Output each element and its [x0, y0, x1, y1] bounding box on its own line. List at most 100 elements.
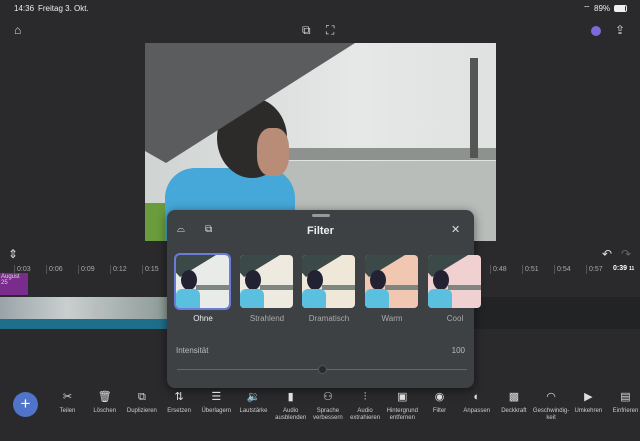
filter-thumb-dramatisch[interactable] [302, 255, 355, 308]
preview-pylon [470, 58, 478, 158]
tool-label: Audio ausblenden [275, 408, 307, 421]
tool-label: Duplizieren [126, 408, 157, 414]
thumb-jacket [428, 289, 452, 308]
aspect-ratio-icon[interactable]: ⧉ [302, 24, 311, 36]
slider-knob[interactable] [318, 365, 327, 374]
tool-audio-extrahieren[interactable]: ⫶ Audio extrahieren [347, 390, 384, 422]
drag-handle[interactable] [312, 214, 330, 217]
fullscreen-icon[interactable]: ⛶ [326, 24, 334, 36]
tool-icon: ▮ [287, 391, 294, 403]
tool-label: Ersetzen [167, 408, 191, 414]
empty-track [474, 297, 640, 329]
tool-icon: 🔉 [246, 391, 261, 403]
filter-label: Cool [446, 314, 464, 323]
filter-label: Ohne [193, 314, 213, 323]
thumb-head [245, 270, 261, 290]
filter-label: Strahlend [249, 314, 285, 323]
intensity-slider[interactable] [177, 365, 467, 374]
tool-icon: ☰ [211, 391, 222, 403]
tool-icon: ▤ [620, 391, 631, 403]
transition-icon[interactable] [93, 306, 103, 316]
tick: 0:51 [522, 265, 539, 274]
tool-label: Teilen [59, 408, 76, 414]
close-icon[interactable]: ✕ [451, 224, 460, 236]
audio-waveform [0, 319, 167, 329]
preview-bridge [275, 148, 496, 160]
current-time-value: 0:39 [613, 265, 628, 272]
tool-löschen[interactable]: 🗑 Löschen [86, 390, 123, 415]
thumb-jacket [365, 289, 389, 308]
thumb-head [307, 270, 323, 290]
tick: 0:12 [110, 265, 127, 274]
tool-label: Löschen [93, 408, 117, 414]
tool-label: Hintergrund entfernen [386, 408, 418, 421]
tool-geschwindig-keit[interactable]: ◠ Geschwindig-keit [533, 390, 570, 422]
undo-icon[interactable]: ↶ [602, 248, 612, 260]
tool-einfrieren[interactable]: ▤ Einfrieren [607, 390, 640, 415]
thumb-jacket [302, 289, 326, 308]
tool-icon: ▶ [584, 391, 593, 403]
wifi-icon: ⌔ [583, 4, 591, 13]
tool-umkehren[interactable]: ▶ Umkehren [570, 390, 607, 415]
collapse-timeline-icon[interactable]: ⇕ [8, 248, 18, 260]
tool-filter[interactable]: ◉ Filter [421, 390, 458, 415]
filter-panel: ⌓ ⧉ Filter ✕ Ohne Strahlend Dramatisch Warm… [167, 210, 481, 388]
add-button[interactable]: + [13, 392, 38, 417]
tick: 0:15 [142, 265, 159, 274]
tool-label: Anpassen [463, 408, 491, 414]
thumb-head [370, 270, 386, 290]
tool-icon: ⚇ [322, 391, 333, 403]
tick: 0:54 [554, 265, 571, 274]
filter-thumb-cool[interactable] [428, 255, 481, 308]
tool-hintergrund-entfernen[interactable]: ▣ Hintergrund entfernen [384, 390, 421, 422]
tool-icon: ✂ [62, 391, 73, 403]
thumb-head [433, 270, 449, 290]
preview-face [257, 128, 289, 176]
tool-ersetzen[interactable]: ⇅ Ersetzen [161, 390, 198, 415]
battery-percent: 89% [594, 4, 611, 13]
thumb-bridge [322, 285, 355, 290]
title-clip[interactable]: August 25 [0, 273, 28, 295]
tool-label: Einfrieren [612, 408, 639, 414]
tool-icon: ◠ [546, 391, 556, 403]
thumb-bridge [260, 285, 293, 290]
tool-sprache-verbessern[interactable]: ⚇ Sprache verbessern [309, 390, 346, 422]
tool-icon: ⧉ [137, 391, 146, 403]
tool-deckkraft[interactable]: ▩ Deckkraft [495, 390, 532, 415]
tool-lautstärke[interactable]: 🔉 Lautstärke [235, 390, 272, 415]
tool-duplizieren[interactable]: ⧉ Duplizieren [123, 390, 160, 415]
tool-überlagern[interactable]: ☰ Überlagern [198, 390, 235, 415]
tool-teilen[interactable]: ✂ Teilen [49, 390, 86, 415]
tick: 0:57 [586, 265, 603, 274]
current-time: 0:39 11 [613, 265, 634, 272]
tool-label: Umkehren [574, 408, 603, 414]
tool-icon: ◉ [434, 391, 445, 403]
tool-label: Sprache verbessern [313, 408, 343, 421]
thumb-jacket [240, 289, 264, 308]
redo-icon[interactable]: ↷ [621, 248, 631, 260]
tool-icon: 🗑 [97, 391, 112, 403]
tool-icon: ⫶ [363, 391, 367, 403]
tool-audio-ausblenden[interactable]: ▮ Audio ausblenden [272, 390, 309, 422]
tool-label: Geschwindig-keit [532, 408, 570, 421]
tool-label: Lautstärke [239, 408, 268, 414]
home-icon[interactable]: ⌂ [14, 24, 21, 36]
thumb-bridge [385, 285, 418, 290]
status-date: Freitag 3. Okt. [38, 4, 89, 13]
intensity-value: 100 [451, 346, 465, 355]
tool-anpassen[interactable]: ◐ Anpassen [458, 390, 495, 415]
thumb-jacket [176, 289, 200, 308]
video-clip[interactable] [0, 297, 167, 319]
filter-label: Warm [381, 314, 403, 323]
premium-crown-icon[interactable] [591, 26, 601, 36]
current-frames: 11 [628, 266, 635, 272]
panel-title: Filter [307, 225, 334, 237]
tick: 0:06 [46, 265, 63, 274]
filter-thumb-strahlend[interactable] [240, 255, 293, 308]
filter-thumb-ohne[interactable] [174, 253, 231, 310]
intensity-label: Intensität [176, 346, 209, 355]
share-icon[interactable]: ⇪ [615, 24, 625, 36]
filter-thumb-warm[interactable] [365, 255, 418, 308]
thumb-bridge [448, 285, 481, 290]
tool-icon: ▩ [508, 391, 520, 403]
